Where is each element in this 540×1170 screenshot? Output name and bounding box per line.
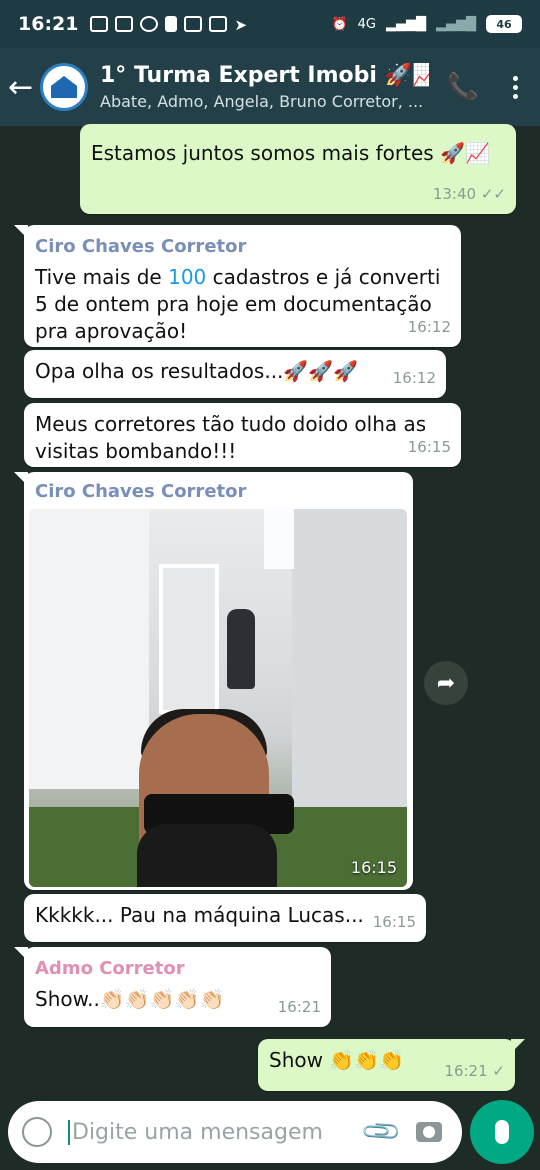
alarm-icon: ⏰ xyxy=(331,16,348,32)
message-bubble[interactable]: Meus corretores tão tudo doido olha as v… xyxy=(24,403,461,467)
message-photo[interactable]: 16:15 xyxy=(29,509,407,887)
tiktok-icon xyxy=(165,16,178,32)
message-bubble[interactable]: Admo Corretor Show..👏🏻👏🏻👏🏻👏🏻👏🏻 16:21 xyxy=(14,947,331,1027)
message-icon xyxy=(115,16,134,32)
add-call-icon[interactable]: 📞 xyxy=(447,72,479,102)
instagram-icon xyxy=(209,16,228,32)
message-time: 16:15 xyxy=(407,438,451,456)
signal-icon-2: ▂▄▆█ xyxy=(436,16,476,32)
message-time: 13:40 ✓✓ xyxy=(432,185,506,203)
group-info[interactable]: 1° Turma Expert Imobi 🚀📈 Abate, Admo, An… xyxy=(100,63,429,111)
message-time: 16:21 xyxy=(277,998,321,1016)
message-time: 16:12 xyxy=(407,318,451,336)
chat-area[interactable]: Estamos juntos somos mais fortes 🚀📈 13:4… xyxy=(0,124,540,1096)
message-bubble[interactable]: Show 👏👏👏 16:21 ✓ xyxy=(258,1039,525,1091)
message-text: Meus corretores tão tudo doido olha as v… xyxy=(35,412,427,463)
message-bubble[interactable]: Kkkkk... Pau na máquina Lucas... 16:15 xyxy=(24,894,426,942)
group-members: Abate, Admo, Angela, Bruno Corretor, ... xyxy=(100,92,424,111)
message-bubble[interactable]: Opa olha os resultados...🚀🚀🚀 16:12 xyxy=(24,350,446,398)
status-bar: 16:21 ➤ ⏰ 4G ▂▄▆█ ▂▄▆█ 46 xyxy=(0,0,540,48)
image-message-bubble[interactable]: Ciro Chaves Corretor 16:15 xyxy=(14,472,413,890)
back-arrow-icon[interactable]: ← xyxy=(8,70,40,105)
signal-icon: ▂▄▆█ xyxy=(386,16,426,32)
message-text: Estamos juntos somos mais fortes 🚀📈 xyxy=(91,141,490,165)
sender-name: Ciro Chaves Corretor xyxy=(35,236,247,257)
message-bubble[interactable]: Estamos juntos somos mais fortes 🚀📈 13:4… xyxy=(80,124,516,214)
check-icon: ✓ xyxy=(492,1062,505,1080)
house-icon xyxy=(51,76,77,98)
network-label: 4G xyxy=(357,16,376,32)
mic-icon xyxy=(495,1120,509,1144)
status-time: 16:21 xyxy=(18,13,79,35)
message-time: 16:12 xyxy=(392,369,436,387)
message-text: Kkkkk... Pau na máquina Lucas... xyxy=(35,903,364,927)
telegram-icon: ➤ xyxy=(234,16,248,34)
message-icon xyxy=(90,16,109,32)
forward-icon[interactable]: ➦ xyxy=(424,661,468,705)
message-text: Show..👏🏻👏🏻👏🏻👏🏻👏🏻 xyxy=(35,987,225,1011)
attach-icon[interactable]: 📎 xyxy=(360,1110,404,1154)
message-input-bar: 📎 xyxy=(8,1101,462,1163)
chat-header: ← 1° Turma Expert Imobi 🚀📈 Abate, Admo, … xyxy=(0,48,540,126)
double-check-icon: ✓✓ xyxy=(480,185,506,203)
mic-button[interactable] xyxy=(470,1100,534,1164)
message-text: Tive mais de 100 cadastros e já converti… xyxy=(35,265,441,343)
message-text: Opa olha os resultados...🚀🚀🚀 xyxy=(35,359,359,383)
message-time: 16:15 xyxy=(372,913,416,931)
more-options-icon[interactable] xyxy=(513,75,518,99)
message-bubble[interactable]: Ciro Chaves Corretor Tive mais de 100 ca… xyxy=(14,225,461,347)
message-time: 16:21 ✓ xyxy=(444,1062,505,1080)
message-input[interactable] xyxy=(68,1119,348,1145)
group-avatar[interactable] xyxy=(40,63,88,111)
photo-time: 16:15 xyxy=(350,858,397,877)
emoji-icon[interactable] xyxy=(22,1117,52,1147)
status-right: ⏰ 4G ▂▄▆█ ▂▄▆█ 46 xyxy=(331,15,522,33)
sender-name: Admo Corretor xyxy=(35,958,185,979)
notification-icons: ➤ xyxy=(90,16,252,34)
linkedin-icon xyxy=(184,16,203,32)
group-name: 1° Turma Expert Imobi 🚀📈 xyxy=(100,63,429,88)
camera-icon[interactable] xyxy=(416,1122,442,1142)
whatsapp-icon xyxy=(140,16,159,32)
battery-icon: 46 xyxy=(486,15,522,33)
sender-name: Ciro Chaves Corretor xyxy=(35,481,247,502)
